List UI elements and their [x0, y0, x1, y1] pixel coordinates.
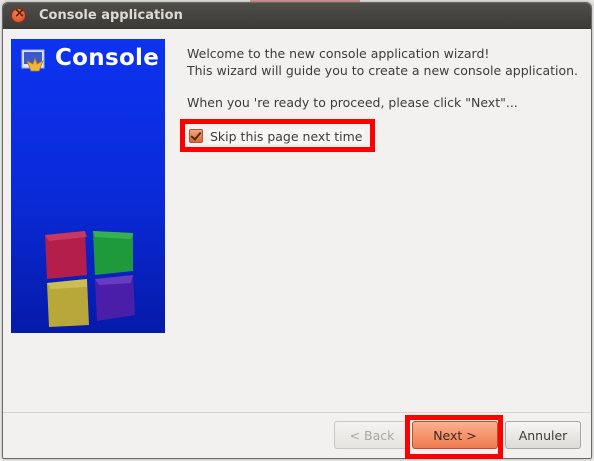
wizard-dialog: Console application Console Welcome to t…	[2, 2, 592, 459]
cancel-button[interactable]: Annuler	[505, 421, 581, 449]
highlight-box-skip	[180, 119, 375, 152]
window-title: Console application	[39, 8, 183, 23]
console-app-icon	[21, 49, 45, 72]
close-icon[interactable]	[11, 6, 26, 23]
intro-line-1: Welcome to the new console application w…	[187, 46, 490, 61]
title-bar: Console application	[3, 3, 591, 29]
codeblocks-cubes-logo	[45, 231, 135, 327]
button-separator	[3, 412, 591, 413]
intro-text: Welcome to the new console application w…	[187, 45, 578, 79]
back-button[interactable]: < Back	[334, 421, 410, 449]
wizard-banner: Console	[11, 39, 165, 333]
banner-title: Console	[55, 45, 160, 71]
ready-text: When you 're ready to proceed, please cl…	[187, 95, 518, 110]
highlight-box-next	[405, 415, 503, 459]
intro-line-2: This wizard will guide you to create a n…	[187, 63, 579, 78]
